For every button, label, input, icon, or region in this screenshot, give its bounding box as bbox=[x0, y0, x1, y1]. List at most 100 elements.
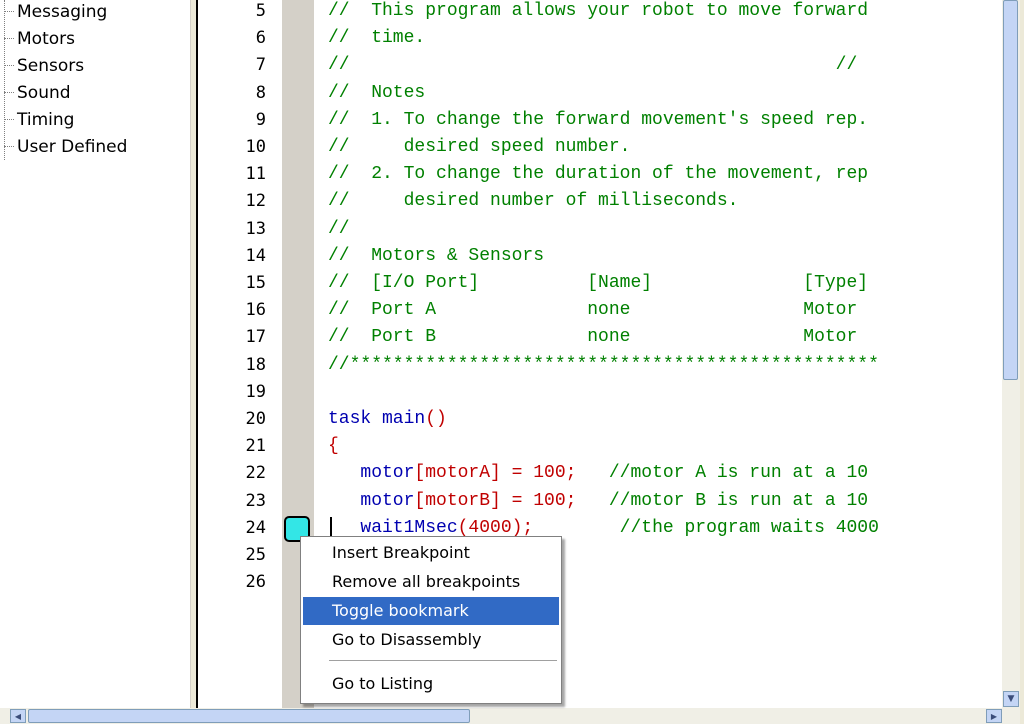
line-number-gutter: 5 6 7 8 9 10 11 12 13 14 15 16 17 18 19 20 21 22 23 24 25 26 bbox=[198, 0, 282, 708]
horizontal-scrollbar[interactable]: ◀ ▶ bbox=[0, 708, 1020, 724]
menu-item-go-to-disassembly[interactable]: Go to Disassembly bbox=[303, 626, 559, 654]
tree-item-label: Sensors bbox=[17, 55, 85, 76]
chevron-down-icon[interactable]: ▼ bbox=[1003, 691, 1019, 707]
code-line: //**************************************… bbox=[328, 352, 879, 379]
line-number: 5 bbox=[255, 1, 266, 21]
code-token: // desired speed number. bbox=[328, 137, 631, 157]
tree-item-sensors[interactable]: Sensors bbox=[0, 52, 84, 79]
line-number: 7 bbox=[255, 55, 266, 76]
horizontal-scroll-thumb[interactable] bbox=[28, 709, 470, 723]
menu-item-toggle-bookmark[interactable]: Toggle bookmark bbox=[303, 597, 559, 625]
line-number: 24 bbox=[245, 517, 266, 538]
code-token: // 1. To change the forward movement's s… bbox=[328, 109, 869, 130]
line-number: 13 bbox=[245, 218, 266, 239]
code-token: () bbox=[425, 409, 447, 429]
code-token: [motorA] = 100; bbox=[414, 463, 577, 484]
code-token: //**************************************… bbox=[328, 354, 879, 375]
code-token: { bbox=[328, 436, 339, 457]
code-line: // 2. To change the duration of the move… bbox=[328, 161, 868, 188]
line-number: 6 bbox=[255, 28, 266, 49]
code-token: wait1Msec bbox=[360, 517, 458, 538]
code-line: // Motors & Sensors bbox=[328, 243, 544, 270]
code-line: // // bbox=[328, 52, 857, 79]
code-line: motor[motorB] = 100; //motor B is run at… bbox=[328, 488, 868, 515]
code-line: // desired speed number. bbox=[328, 134, 630, 161]
code-token: motor bbox=[360, 490, 415, 511]
line-number: 10 bbox=[245, 137, 266, 157]
chevron-left-icon[interactable]: ◀ bbox=[10, 709, 26, 723]
line-number: 22 bbox=[245, 463, 266, 484]
code-line: // time. bbox=[328, 25, 425, 52]
context-menu: Insert Breakpoint Remove all breakpoints… bbox=[300, 536, 562, 704]
code-token: motor bbox=[360, 463, 415, 484]
menu-item-go-to-listing[interactable]: Go to Listing bbox=[303, 670, 559, 698]
tree-item-timing[interactable]: Timing bbox=[0, 106, 74, 133]
line-number: 26 bbox=[245, 572, 266, 593]
line-number: 25 bbox=[245, 545, 266, 565]
code-line: // [I/O Port] [Name] [Type] bbox=[328, 270, 868, 297]
tree-item-label: Sound bbox=[17, 82, 71, 103]
code-line: // Notes bbox=[328, 80, 425, 107]
code-token: // Motors & Sensors bbox=[328, 245, 545, 266]
code-line: // bbox=[328, 216, 350, 243]
tree-item-label: User Defined bbox=[17, 136, 128, 157]
menu-separator bbox=[329, 660, 557, 661]
code-token: // [I/O Port] [Name] [Type] bbox=[328, 273, 869, 293]
code-line: motor[motorA] = 100; //motor A is run at… bbox=[328, 460, 868, 487]
line-number: 8 bbox=[255, 82, 266, 103]
code-token: (4000); bbox=[457, 517, 534, 538]
code-line: // This program allows your robot to mov… bbox=[328, 0, 868, 25]
vertical-scroll-thumb[interactable] bbox=[1003, 0, 1018, 380]
function-tree-panel: Messaging Motors Sensors Sound Timing Us… bbox=[0, 0, 190, 708]
code-token: // desired number of milliseconds. bbox=[328, 191, 739, 212]
code-token: // 2. To change the duration of the move… bbox=[328, 164, 869, 185]
tree-branch-line bbox=[4, 91, 14, 94]
code-token: //the program waits 4000 bbox=[619, 517, 879, 538]
code-token: // Port A none Motor bbox=[328, 300, 858, 321]
chevron-right-icon[interactable]: ▶ bbox=[986, 709, 1002, 723]
line-number: 12 bbox=[245, 191, 266, 212]
code-token: [motorB] = 100; bbox=[414, 490, 577, 511]
line-number: 18 bbox=[245, 354, 266, 375]
tree-item-user-defined[interactable]: User Defined bbox=[0, 133, 127, 160]
line-number: 11 bbox=[245, 164, 266, 185]
line-number: 20 bbox=[245, 409, 266, 429]
code-line: task main() bbox=[328, 406, 447, 433]
line-number: 15 bbox=[245, 273, 266, 293]
menu-item-insert-breakpoint[interactable]: Insert Breakpoint bbox=[303, 539, 559, 567]
line-number: 23 bbox=[245, 490, 266, 511]
tree-item-motors[interactable]: Motors bbox=[0, 25, 75, 52]
line-number: 21 bbox=[245, 436, 266, 457]
line-number: 17 bbox=[245, 327, 266, 348]
tree-item-sound[interactable]: Sound bbox=[0, 79, 71, 106]
line-number: 9 bbox=[255, 109, 266, 130]
code-token: //motor B is run at a 10 bbox=[608, 490, 869, 511]
code-token: // // bbox=[328, 55, 858, 76]
code-token: // Notes bbox=[328, 82, 426, 103]
code-token: // time. bbox=[328, 28, 426, 49]
tree-item-messaging[interactable]: Messaging bbox=[0, 0, 107, 25]
code-token: // Port B none Motor bbox=[328, 327, 858, 348]
tree-item-label: Motors bbox=[17, 28, 75, 49]
code-token: //motor A is run at a 10 bbox=[608, 463, 869, 484]
menu-item-remove-all-breakpoints[interactable]: Remove all breakpoints bbox=[303, 568, 559, 596]
tree-branch-line bbox=[4, 37, 14, 40]
code-token: task main bbox=[328, 409, 426, 429]
line-number: 14 bbox=[245, 245, 266, 266]
tree-branch-line bbox=[4, 10, 14, 13]
tree-branch-line bbox=[4, 118, 14, 121]
tree-item-label: Messaging bbox=[17, 1, 108, 22]
code-line: // 1. To change the forward movement's s… bbox=[328, 107, 868, 134]
line-number: 16 bbox=[245, 300, 266, 321]
tree-item-label: Timing bbox=[17, 109, 75, 130]
window-edge bbox=[1020, 0, 1024, 724]
vertical-scrollbar[interactable]: ▼ bbox=[1002, 0, 1020, 708]
code-token: // This program allows your robot to mov… bbox=[328, 1, 869, 21]
code-line: // Port A none Motor bbox=[328, 297, 857, 324]
